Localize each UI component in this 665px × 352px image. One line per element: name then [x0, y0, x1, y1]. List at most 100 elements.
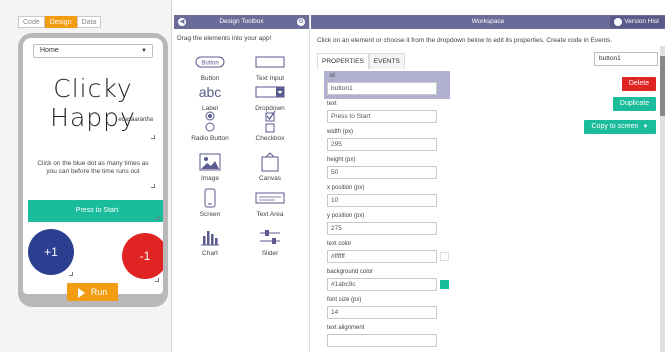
property-row-height: height (px) 50 — [324, 155, 450, 183]
property-row-x-position: x position (px) 10 — [324, 183, 450, 211]
workspace-hint: Click on an element or choose it from th… — [317, 37, 613, 44]
dropdown-icon — [240, 81, 300, 103]
property-row-text: text Press to Start — [324, 99, 450, 127]
toolbox-item-label[interactable]: abc Label — [180, 81, 240, 112]
scrollbar-thumb[interactable] — [660, 56, 665, 116]
chart-icon — [180, 226, 240, 248]
phone-frame: Home ▼ Clicky Happy ecasaarariha Click o… — [18, 33, 168, 307]
resize-handle-icon[interactable] — [69, 272, 73, 276]
run-button[interactable]: Run — [67, 283, 118, 301]
width-field[interactable]: 295 — [327, 138, 437, 151]
toolbox-item-label: Text Area — [256, 211, 284, 218]
toolbox-item-label: Radio Button — [191, 135, 229, 142]
duplicate-button[interactable]: Duplicate — [613, 97, 656, 111]
toolbox-item-checkbox[interactable]: Checkbox — [240, 111, 300, 142]
toolbox-item-image[interactable]: Image — [180, 151, 240, 182]
text-field[interactable]: Press to Start — [327, 110, 437, 123]
toolbox-item-dropdown[interactable]: Dropdown — [240, 81, 300, 112]
delete-button[interactable]: Delete — [622, 77, 656, 91]
copy-to-screen-button[interactable]: Copy to screen ▼ — [584, 120, 656, 134]
version-history-label: Version Hist — [624, 18, 659, 25]
resize-handle-icon[interactable] — [151, 135, 155, 139]
app-author-label[interactable]: ecasaarariha — [118, 117, 153, 123]
collapse-icon[interactable]: ◀ — [178, 18, 186, 26]
property-row-background-color: background color #1abc9c — [324, 267, 450, 295]
y-position-field[interactable]: 275 — [327, 222, 437, 235]
text-color-swatch[interactable] — [440, 252, 449, 261]
screen-icon — [180, 187, 240, 209]
property-row-font-size: font size (px) 14 — [324, 295, 450, 323]
mode-tabs: Code Design Data — [18, 16, 102, 28]
toolbox-item-radio-button[interactable]: Radio Button — [180, 111, 240, 142]
text-input-icon — [240, 51, 300, 73]
canvas-icon — [240, 151, 300, 173]
property-label: id — [330, 73, 335, 79]
workspace-scrollbar[interactable] — [660, 46, 665, 352]
property-label: background color — [327, 269, 374, 275]
workspace-title: Workspace — [471, 18, 505, 25]
toolbox-item-text-area[interactable]: Text Area — [240, 187, 300, 218]
resize-handle-icon[interactable] — [155, 216, 159, 220]
run-button-label: Run — [90, 287, 108, 297]
text-alignment-field[interactable] — [327, 334, 437, 347]
property-row-y-position: y position (px) 275 — [324, 211, 450, 239]
screen-dropdown[interactable]: Home ▼ — [33, 44, 153, 58]
app-instructions-label[interactable]: Click on the blue dot as many times as y… — [33, 160, 153, 176]
play-icon — [77, 287, 85, 298]
tab-data[interactable]: Data — [76, 16, 102, 28]
resize-handle-icon[interactable] — [151, 184, 155, 188]
copy-to-screen-label: Copy to screen — [591, 123, 639, 130]
text-color-field[interactable]: #ffffff — [327, 250, 437, 263]
background-color-swatch[interactable] — [440, 280, 449, 289]
property-label: text color — [327, 241, 352, 247]
font-size-field[interactable]: 14 — [327, 306, 437, 319]
press-to-start-button[interactable]: Press to Start — [28, 200, 163, 222]
workspace-header: Workspace Version Hist — [311, 15, 665, 29]
resize-handle-icon[interactable] — [155, 278, 159, 282]
gear-icon[interactable]: ⚙ — [297, 18, 305, 26]
id-field[interactable]: button1 — [327, 82, 437, 95]
toolbox-item-label: Image — [200, 175, 220, 182]
property-label: text alignment — [327, 325, 365, 331]
properties-form: id button1 text Press to Start width (px… — [324, 71, 450, 351]
version-history-button[interactable]: Version Hist — [610, 16, 665, 28]
background-color-field[interactable]: #1abc9c — [327, 278, 437, 291]
tab-properties[interactable]: PROPERTIES — [317, 53, 369, 69]
clock-icon — [614, 18, 623, 26]
toolbox-item-label: Canvas — [258, 175, 282, 182]
toolbox-item-button[interactable]: Button Button — [180, 51, 240, 82]
property-row-text-alignment: text alignment — [324, 323, 450, 351]
x-position-field[interactable]: 10 — [327, 194, 437, 207]
element-select[interactable]: button1 — [594, 52, 658, 66]
toolbox-item-label: Screen — [199, 211, 221, 218]
app-title-label[interactable]: Clicky Happy — [23, 74, 163, 132]
radio-button-icon — [180, 111, 240, 133]
tab-design[interactable]: Design — [44, 16, 77, 28]
property-label: font size (px) — [327, 297, 362, 303]
svg-text:Button: Button — [201, 61, 218, 67]
toolbox-item-screen[interactable]: Screen — [180, 187, 240, 218]
property-label: x position (px) — [327, 185, 365, 191]
height-field[interactable]: 50 — [327, 166, 437, 179]
design-toolbox: ◀ Design Toolbox ⚙ Drag the elements int… — [174, 15, 310, 352]
toolbox-item-label: Checkbox — [255, 135, 285, 142]
toolbox-item-canvas[interactable]: Canvas — [240, 151, 300, 182]
toolbox-item-text-input[interactable]: Text Input — [240, 51, 300, 82]
app-screen: Home ▼ Clicky Happy ecasaarariha Click o… — [23, 38, 163, 294]
chevron-down-icon: ▼ — [642, 124, 649, 130]
tab-code[interactable]: Code — [18, 16, 45, 28]
tab-events[interactable]: EVENTS — [368, 53, 405, 69]
label-icon: abc — [198, 84, 222, 100]
toolbox-item-slider[interactable]: Slider — [240, 226, 300, 257]
property-label: width (px) — [327, 129, 354, 135]
property-label: y position (px) — [327, 213, 365, 219]
slider-icon — [240, 226, 300, 248]
toolbox-item-chart[interactable]: Chart — [180, 226, 240, 257]
property-tabs: PROPERTIES EVENTS — [317, 53, 405, 69]
image-icon — [180, 151, 240, 173]
toolbox-hint: Drag the elements into your app! — [177, 35, 272, 42]
property-label: text — [327, 101, 337, 107]
plus-one-button[interactable]: +1 — [28, 229, 74, 275]
property-row-id: id button1 — [324, 71, 450, 99]
minus-one-button[interactable]: -1 — [122, 233, 163, 279]
